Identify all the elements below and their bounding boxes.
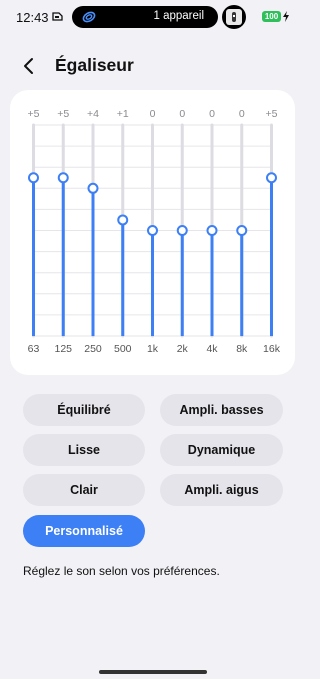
notification-icon	[52, 12, 63, 21]
band-handle-125[interactable]	[57, 172, 69, 184]
band-frequency-label: 4k	[206, 343, 218, 355]
band-handle-500[interactable]	[117, 214, 129, 226]
hint-text: Réglez le son selon vos préférences.	[23, 564, 220, 578]
earbud-icon	[232, 12, 236, 22]
band-handle-2k[interactable]	[176, 225, 188, 236]
status-bar: 12:43 1 appareil 100	[0, 0, 305, 34]
band-handle-4k[interactable]	[206, 225, 218, 236]
band-gain-label: 0	[209, 108, 215, 120]
band-frequency-label: 125	[54, 343, 72, 355]
band-gain-label: 0	[239, 108, 245, 120]
preset-custom-button[interactable]: Personnalisé	[23, 515, 145, 547]
band-frequency-label: 250	[84, 343, 102, 355]
band-frequency-label: 8k	[236, 343, 248, 355]
preset-balanced-button[interactable]: Équilibré	[23, 394, 145, 426]
preset-dynamic-button[interactable]: Dynamique	[160, 434, 283, 466]
band-gain-label: 0	[150, 108, 156, 120]
band-gain-label: +4	[87, 108, 99, 120]
band-handle-16k[interactable]	[266, 172, 277, 184]
battery-indicator: 100	[262, 11, 281, 22]
band-gain-label: +5	[266, 108, 278, 120]
equalizer-card: +5 63 +5 125 +4 250 +1 500 0 1k 0 2k 0 4k 0 8k +5 16k	[10, 90, 295, 375]
band-handle-8k[interactable]	[236, 225, 248, 236]
band-handle-63[interactable]	[28, 172, 39, 184]
home-indicator[interactable]	[99, 670, 207, 674]
preset-bass-boost-button[interactable]: Ampli. basses	[160, 394, 283, 426]
band-handle-1k[interactable]	[147, 225, 158, 236]
band-frequency-label: 16k	[263, 343, 281, 355]
band-frequency-label: 63	[28, 343, 40, 355]
band-gain-label: +5	[57, 108, 69, 120]
band-handle-250[interactable]	[87, 182, 99, 194]
band-frequency-label: 500	[114, 343, 132, 355]
preset-treble-boost-button[interactable]: Ampli. aigus	[160, 474, 283, 506]
preset-smooth-button[interactable]: Lisse	[23, 434, 145, 466]
band-gain-label: 0	[179, 108, 185, 120]
equalizer-graph: +5 63 +5 125 +4 250 +1 500 0 1k 0 2k 0 4k 0 8k +5 16k	[28, 108, 281, 355]
status-time: 12:43	[16, 10, 49, 25]
band-frequency-label: 1k	[147, 343, 159, 355]
back-arrow-icon[interactable]	[18, 54, 40, 78]
link-icon	[82, 11, 96, 23]
preset-clear-button[interactable]: Clair	[23, 474, 145, 506]
band-frequency-label: 2k	[177, 343, 189, 355]
earbuds-avatar[interactable]	[222, 5, 246, 29]
devices-count: 1 appareil	[153, 10, 204, 22]
device-connection-pill[interactable]: 1 appareil	[72, 6, 218, 28]
band-gain-label: +1	[117, 108, 129, 120]
charging-icon	[283, 11, 289, 22]
page-title: Égaliseur	[55, 55, 134, 75]
band-gain-label: +5	[28, 108, 40, 120]
